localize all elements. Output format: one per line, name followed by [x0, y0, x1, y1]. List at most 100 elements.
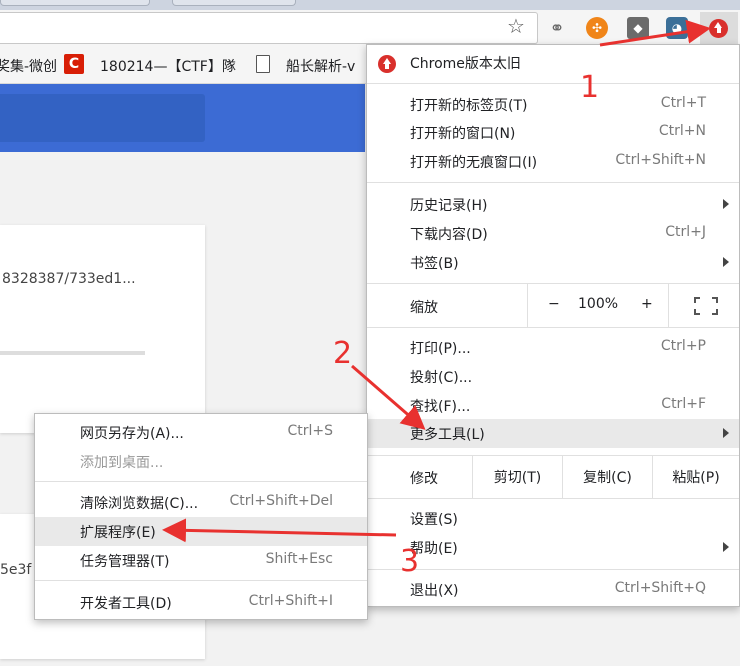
submenu-item-task-manager[interactable]: 任务管理器(T) Shift+Esc: [35, 546, 367, 575]
submenu-item-label: 开发者工具(D): [80, 596, 172, 612]
zoom-level: 100%: [578, 296, 619, 312]
extension-orange-icon[interactable]: ✣: [586, 17, 608, 39]
menu-item-history[interactable]: 历史记录(H): [367, 190, 739, 219]
extension-blue-icon[interactable]: ◕: [666, 17, 688, 39]
menu-item-bookmarks[interactable]: 书签(B): [367, 248, 739, 277]
submenu-item-label: 扩展程序(E): [80, 525, 156, 541]
search-box[interactable]: [0, 94, 205, 142]
zoom-label: 缩放: [410, 300, 438, 316]
menu-item-label: 书签(B): [410, 256, 459, 272]
submenu-item-label: 清除浏览数据(C)...: [80, 496, 199, 512]
shortcut-text: Ctrl+N: [658, 123, 706, 139]
menu-item-print[interactable]: 打印(P)... Ctrl+P: [367, 333, 739, 362]
submenu-item-extensions[interactable]: 扩展程序(E): [35, 517, 367, 546]
shortcut-text: Ctrl+Shift+Del: [229, 493, 333, 509]
csdn-icon: C: [64, 54, 84, 74]
menu-item-label: 查找(F)...: [410, 399, 471, 415]
shortcut-text: Ctrl+F: [661, 396, 706, 412]
browser-tab[interactable]: [172, 0, 296, 6]
submenu-item-label: 网页另存为(A)...: [80, 426, 184, 442]
card-text: 5e3f: [0, 562, 32, 578]
annotation-number: 1: [580, 70, 600, 105]
divider: [668, 284, 669, 327]
menu-button[interactable]: [700, 12, 738, 44]
chevron-right-icon: [723, 542, 729, 552]
shortcut-text: Ctrl+Shift+I: [248, 593, 333, 609]
page-header: [0, 84, 365, 152]
menu-item-exit[interactable]: 退出(X) Ctrl+Shift+Q: [367, 575, 739, 604]
menu-item-new-tab[interactable]: 打开新的标签页(T) Ctrl+T: [367, 90, 739, 119]
shortcut-text: Ctrl+Shift+Q: [614, 580, 706, 596]
bookmark-item[interactable]: 船长解析-v: [286, 56, 355, 76]
divider: [367, 182, 739, 183]
update-icon: [709, 19, 728, 38]
submenu-item-label: 添加到桌面...: [80, 455, 164, 471]
bookmark-item[interactable]: 180214—【CTF】隊: [100, 56, 236, 76]
file-icon: [256, 55, 270, 73]
copy-button[interactable]: 复制(C): [562, 456, 652, 498]
progress-track: [0, 351, 145, 355]
menu-item-label: 更多工具(L): [410, 427, 485, 443]
menu-item-incognito[interactable]: 打开新的无痕窗口(I) Ctrl+Shift+N: [367, 147, 739, 176]
cut-button[interactable]: 剪切(T): [472, 456, 562, 498]
menu-item-update[interactable]: Chrome版本太旧: [367, 48, 739, 78]
menu-item-cast[interactable]: 投射(C)...: [367, 362, 739, 391]
divider: [35, 580, 367, 581]
shortcut-text: Shift+Esc: [265, 551, 333, 567]
submenu-item-save-as[interactable]: 网页另存为(A)... Ctrl+S: [35, 418, 367, 447]
menu-item-label: 打开新的窗口(N): [410, 126, 516, 142]
zoom-out-button[interactable]: −: [548, 296, 560, 312]
menu-item-label: 打印(P)...: [410, 341, 471, 357]
divider: [367, 327, 739, 328]
zoom-controls: − 100% +: [527, 284, 739, 327]
extension-gray-icon[interactable]: ◆: [627, 17, 649, 39]
extension-card: 8328387/733ed1...: [0, 225, 205, 433]
submenu-item-dev-tools[interactable]: 开发者工具(D) Ctrl+Shift+I: [35, 588, 367, 617]
divider: [35, 481, 367, 482]
menu-item-downloads[interactable]: 下载内容(D) Ctrl+J: [367, 219, 739, 248]
menu-item-label: 打开新的标签页(T): [410, 98, 528, 114]
browser-tab[interactable]: [0, 0, 150, 6]
paste-button[interactable]: 粘贴(P): [652, 456, 739, 498]
zoom-row: 缩放 − 100% +: [367, 284, 739, 327]
submenu-item-add-to-desktop: 添加到桌面...: [35, 447, 367, 476]
annotation-number: 2: [333, 336, 353, 371]
submenu-item-clear-data[interactable]: 清除浏览数据(C)... Ctrl+Shift+Del: [35, 488, 367, 517]
menu-item-label: 打开新的无痕窗口(I): [410, 155, 538, 171]
chevron-right-icon: [723, 199, 729, 209]
menu-item-help[interactable]: 帮助(E): [367, 533, 739, 562]
divider: [367, 83, 739, 84]
address-bar[interactable]: [0, 12, 538, 44]
shortcut-text: Ctrl+Shift+N: [615, 152, 706, 168]
menu-item-find[interactable]: 查找(F)... Ctrl+F: [367, 391, 739, 420]
toolbar: ☆ ⚭ ✣ ◆ ◕: [0, 10, 740, 46]
menu-item-label: Chrome版本太旧: [410, 56, 521, 72]
bookmark-item[interactable]: 奖集-微创: [0, 56, 57, 76]
divider: [367, 498, 739, 499]
chevron-right-icon: [723, 428, 729, 438]
divider: [367, 569, 739, 570]
menu-item-more-tools[interactable]: 更多工具(L): [367, 419, 739, 448]
edit-label: 修改: [410, 471, 438, 487]
zoom-in-button[interactable]: +: [641, 296, 653, 312]
update-icon: [378, 55, 396, 73]
fullscreen-icon[interactable]: [694, 297, 718, 315]
submenu-item-label: 任务管理器(T): [80, 554, 170, 570]
annotation-number: 3: [400, 544, 420, 579]
menu-item-label: 历史记录(H): [410, 198, 488, 214]
chevron-right-icon: [723, 257, 729, 267]
extension-link-icon[interactable]: ⚭: [546, 17, 568, 39]
menu-item-label: 下载内容(D): [410, 227, 488, 243]
menu-item-label: 退出(X): [410, 583, 459, 599]
menu-item-label: 投射(C)...: [410, 370, 473, 386]
shortcut-text: Ctrl+J: [665, 224, 706, 240]
menu-item-new-window[interactable]: 打开新的窗口(N) Ctrl+N: [367, 118, 739, 147]
shortcut-text: Ctrl+P: [660, 338, 706, 354]
star-icon[interactable]: ☆: [507, 14, 525, 38]
edit-row: 修改 剪切(T) 复制(C) 粘贴(P): [367, 456, 739, 498]
more-tools-submenu: 网页另存为(A)... Ctrl+S 添加到桌面... 清除浏览数据(C)...…: [34, 413, 368, 620]
chrome-menu: Chrome版本太旧 打开新的标签页(T) Ctrl+T 打开新的窗口(N) C…: [366, 44, 740, 607]
menu-item-settings[interactable]: 设置(S): [367, 504, 739, 533]
menu-item-label: 设置(S): [410, 512, 458, 528]
shortcut-text: Ctrl+S: [287, 423, 333, 439]
